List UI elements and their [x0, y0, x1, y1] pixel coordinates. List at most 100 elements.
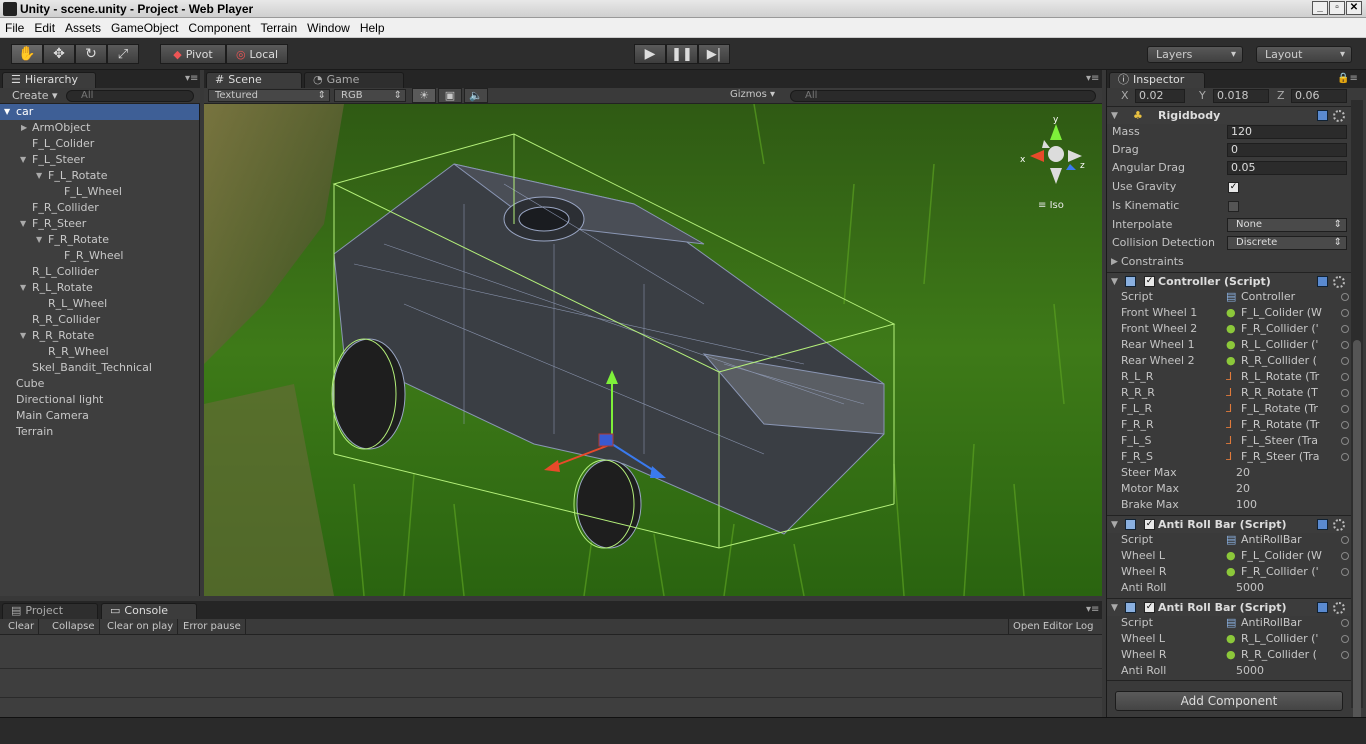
object-picker-icon[interactable] [1341, 651, 1349, 659]
controller-header[interactable]: ▼ ✓ Controller (Script) [1107, 272, 1355, 290]
hierarchy-item-r-r-rotate[interactable]: ▼ R_R_Rotate [0, 328, 199, 344]
hierarchy-item-r-r-wheel[interactable]: R_R_Wheel [0, 344, 199, 360]
lock-icon[interactable]: 🔒≡ [1337, 73, 1358, 84]
hierarchy-item-f-r-rotate[interactable]: ▼ F_R_Rotate [0, 232, 199, 248]
maximize-button[interactable]: ▫ [1329, 1, 1345, 15]
object-picker-icon[interactable] [1341, 389, 1349, 397]
object-reference-field[interactable]: F_L_Colider (W [1241, 548, 1343, 564]
drag-field[interactable]: 0 [1227, 143, 1347, 157]
hierarchy-item-r-l-rotate[interactable]: ▼ R_L_Rotate [0, 280, 199, 296]
scene-render[interactable]: y x z [204, 104, 1102, 596]
play-button[interactable]: ▶ [634, 44, 666, 64]
anti-roll-bar-header[interactable]: ▼ ✓ Anti Roll Bar (Script) [1107, 515, 1355, 533]
object-reference-field[interactable]: F_L_Colider (W [1241, 305, 1343, 321]
layers-dropdown[interactable]: Layers [1147, 46, 1243, 63]
scrollbar-thumb[interactable] [1353, 340, 1361, 740]
add-component-button[interactable]: Add Component [1115, 691, 1343, 711]
hierarchy-item-f-r-collider[interactable]: F_R_Collider [0, 200, 199, 216]
object-reference-field[interactable]: F_R_Collider (' [1241, 564, 1343, 580]
menu-window[interactable]: Window [302, 21, 355, 35]
rotate-tool-icon[interactable]: ↻ [75, 44, 107, 64]
anti-roll-enabled-checkbox[interactable]: ✓ [1144, 602, 1155, 613]
expand-arrow-icon[interactable]: ▼ [36, 168, 42, 184]
object-reference-field[interactable]: AntiRollBar [1241, 532, 1343, 548]
hierarchy-item-r-r-collider[interactable]: R_R_Collider [0, 312, 199, 328]
hierarchy-item-cube[interactable]: Cube [0, 376, 199, 392]
object-picker-icon[interactable] [1341, 405, 1349, 413]
object-picker-icon[interactable] [1341, 635, 1349, 643]
clear-on-play-button[interactable]: Clear on play [103, 619, 179, 634]
property-value[interactable]: 20 [1236, 481, 1250, 497]
object-picker-icon[interactable] [1341, 373, 1349, 381]
color-mode-dropdown[interactable]: RGB ⇕ [334, 89, 406, 102]
object-picker-icon[interactable] [1341, 453, 1349, 461]
expand-arrow-icon[interactable]: ▼ [20, 152, 26, 168]
hand-tool-icon[interactable]: ✋ [11, 44, 43, 64]
inspector-scrollbar[interactable] [1351, 100, 1363, 740]
object-picker-icon[interactable] [1341, 341, 1349, 349]
scene-view[interactable]: y x z ≡ Iso [204, 104, 1102, 596]
menu-terrain[interactable]: Terrain [255, 21, 302, 35]
open-editor-log-button[interactable]: Open Editor Log [1008, 619, 1098, 634]
menu-file[interactable]: File [0, 21, 29, 35]
scene-lighting-icon[interactable]: ☀ [412, 88, 436, 103]
help-book-icon[interactable] [1317, 602, 1328, 613]
object-picker-icon[interactable] [1341, 536, 1349, 544]
hierarchy-item-r-l-collider[interactable]: R_L_Collider [0, 264, 199, 280]
expand-arrow-icon[interactable]: ▶ [21, 120, 27, 136]
error-pause-button[interactable]: Error pause [179, 619, 246, 634]
help-book-icon[interactable] [1317, 276, 1328, 287]
render-mode-dropdown[interactable]: Textured ⇕ [208, 89, 330, 102]
tab-hierarchy[interactable]: ☰ Hierarchy [2, 72, 96, 88]
scale-tool-icon[interactable]: ⤢ [107, 44, 139, 64]
object-reference-field[interactable]: R_R_Rotate (T [1241, 385, 1343, 401]
mass-field[interactable]: 120 [1227, 125, 1347, 139]
close-button[interactable]: ✕ [1346, 1, 1362, 15]
z-field[interactable]: 0.06 [1291, 89, 1347, 103]
hierarchy-item-r-l-wheel[interactable]: R_L_Wheel [0, 296, 199, 312]
iso-label[interactable]: ≡ Iso [1038, 200, 1064, 211]
object-reference-field[interactable]: R_R_Collider ( [1241, 647, 1343, 663]
object-picker-icon[interactable] [1341, 293, 1349, 301]
tab-console[interactable]: ▭ Console [101, 603, 197, 619]
collision-detection-dropdown[interactable]: Discrete ⇕ [1227, 236, 1347, 250]
pause-button[interactable]: ❚❚ [666, 44, 698, 64]
object-reference-field[interactable]: F_L_Rotate (Tr [1241, 401, 1343, 417]
console-menu-icon[interactable]: ▾≡ [1086, 604, 1099, 615]
menu-assets[interactable]: Assets [60, 21, 106, 35]
hierarchy-item-f-l-steer[interactable]: ▼ F_L_Steer [0, 152, 199, 168]
y-field[interactable]: 0.018 [1213, 89, 1269, 103]
clear-button[interactable]: Clear [4, 619, 40, 634]
hierarchy-search-input[interactable]: All [66, 90, 194, 102]
hierarchy-item-f-l-rotate[interactable]: ▼ F_L_Rotate [0, 168, 199, 184]
object-picker-icon[interactable] [1341, 552, 1349, 560]
help-book-icon[interactable] [1317, 110, 1328, 121]
hierarchy-item-directional-light[interactable]: Directional light [0, 392, 199, 408]
object-picker-icon[interactable] [1341, 325, 1349, 333]
object-reference-field[interactable]: R_L_Rotate (Tr [1241, 369, 1343, 385]
gear-icon[interactable] [1333, 276, 1345, 288]
object-picker-icon[interactable] [1341, 357, 1349, 365]
x-field[interactable]: 0.02 [1135, 89, 1185, 103]
gizmos-dropdown[interactable]: Gizmos ▾ [730, 89, 775, 100]
scene-search-input[interactable]: All [790, 90, 1096, 102]
collapse-arrow-icon[interactable]: ▼ [1111, 107, 1118, 125]
gear-icon[interactable] [1333, 110, 1345, 122]
property-value[interactable]: 5000 [1236, 580, 1264, 596]
object-picker-icon[interactable] [1341, 568, 1349, 576]
object-reference-field[interactable]: AntiRollBar [1241, 615, 1343, 631]
hierarchy-item-f-r-wheel[interactable]: F_R_Wheel [0, 248, 199, 264]
object-reference-field[interactable]: R_R_Collider ( [1241, 353, 1343, 369]
local-toggle-button[interactable]: ◎ Local [226, 44, 288, 64]
hierarchy-item-terrain[interactable]: Terrain [0, 424, 199, 440]
help-book-icon[interactable] [1317, 519, 1328, 530]
hierarchy-item-f-r-steer[interactable]: ▼ F_R_Steer [0, 216, 199, 232]
scene-menu-icon[interactable]: ▾≡ [1086, 73, 1099, 84]
angular-drag-field[interactable]: 0.05 [1227, 161, 1347, 175]
is-kinematic-checkbox[interactable] [1228, 201, 1239, 212]
object-picker-icon[interactable] [1341, 619, 1349, 627]
menu-edit[interactable]: Edit [29, 21, 60, 35]
object-reference-field[interactable]: F_L_Steer (Tra [1241, 433, 1343, 449]
controller-enabled-checkbox[interactable]: ✓ [1144, 276, 1155, 287]
tab-game[interactable]: ◔ Game [304, 72, 404, 88]
